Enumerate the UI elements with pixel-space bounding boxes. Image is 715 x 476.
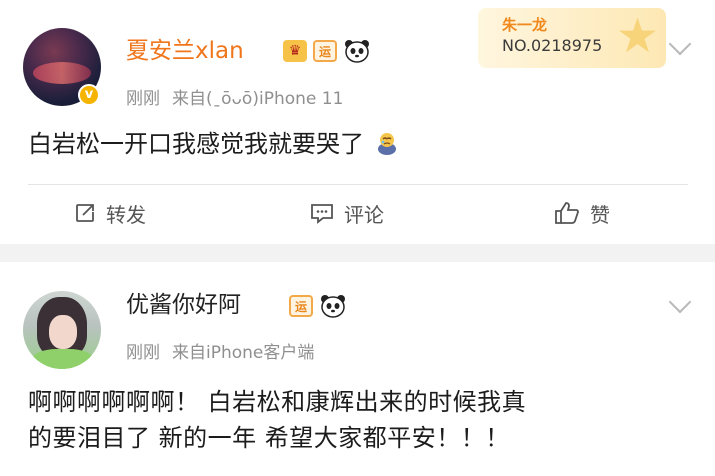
post-source[interactable]: 来自iPhone客户端: [172, 343, 314, 363]
comment-button[interactable]: 评论: [310, 198, 384, 228]
post-text: 啊啊啊啊啊啊！ 白岩松和康辉出来的时候我真 的要泪目了 新的一年 希望大家都平安…: [28, 384, 688, 456]
star-icon: ★: [616, 8, 660, 64]
repost-button[interactable]: 转发: [74, 198, 146, 228]
fan-card-badge[interactable]: 朱一龙 NO.0218975 ★: [478, 8, 666, 68]
post-source[interactable]: 来自(ˍōᴗō)iPhone 11: [172, 89, 343, 109]
chevron-down-icon[interactable]: [668, 32, 692, 56]
crown-vip-icon[interactable]: ♛: [283, 40, 307, 62]
panda-icon[interactable]: [344, 39, 370, 63]
post-text-line: 的要泪目了 新的一年 希望大家都平安！！！: [28, 424, 510, 452]
username[interactable]: 优酱你好阿: [126, 290, 241, 320]
weibo-post-card: v 夏安兰xlan ♛ 运 刚刚 来自(ˍōᴗō)iPhone 11 朱一龙 NO…: [0, 0, 715, 244]
panda-icon[interactable]: [320, 294, 346, 318]
like-label: 赞: [590, 202, 610, 227]
comment-icon: [310, 202, 334, 224]
comment-label: 评论: [344, 202, 384, 227]
post-text-line: 啊啊啊啊啊啊！ 白岩松和康辉出来的时候我真: [28, 388, 527, 416]
divider: [28, 184, 688, 185]
repost-icon: [74, 202, 96, 224]
post-meta: 刚刚 来自iPhone客户端: [126, 338, 314, 363]
fan-card-title: 朱一龙: [502, 16, 548, 34]
like-icon: [554, 201, 580, 225]
yun-badge-icon[interactable]: 运: [313, 40, 337, 62]
avatar[interactable]: [23, 291, 101, 369]
post-meta: 刚刚 来自(ˍōᴗō)iPhone 11: [126, 84, 343, 109]
yun-badge-icon[interactable]: 运: [289, 295, 313, 317]
repost-label: 转发: [106, 202, 146, 227]
post-time: 刚刚: [126, 89, 160, 109]
post-text: 白岩松一开口我感觉我就要哭了: [28, 126, 398, 162]
username[interactable]: 夏安兰xlan: [126, 36, 244, 66]
emoji-crying-icon: [377, 133, 396, 155]
post-time: 刚刚: [126, 343, 160, 363]
like-button[interactable]: 赞: [554, 198, 610, 228]
post-text-content: 白岩松一开口我感觉我就要哭了: [28, 130, 364, 158]
verified-v-icon: v: [78, 84, 100, 106]
fan-card-number: NO.0218975: [502, 36, 603, 55]
